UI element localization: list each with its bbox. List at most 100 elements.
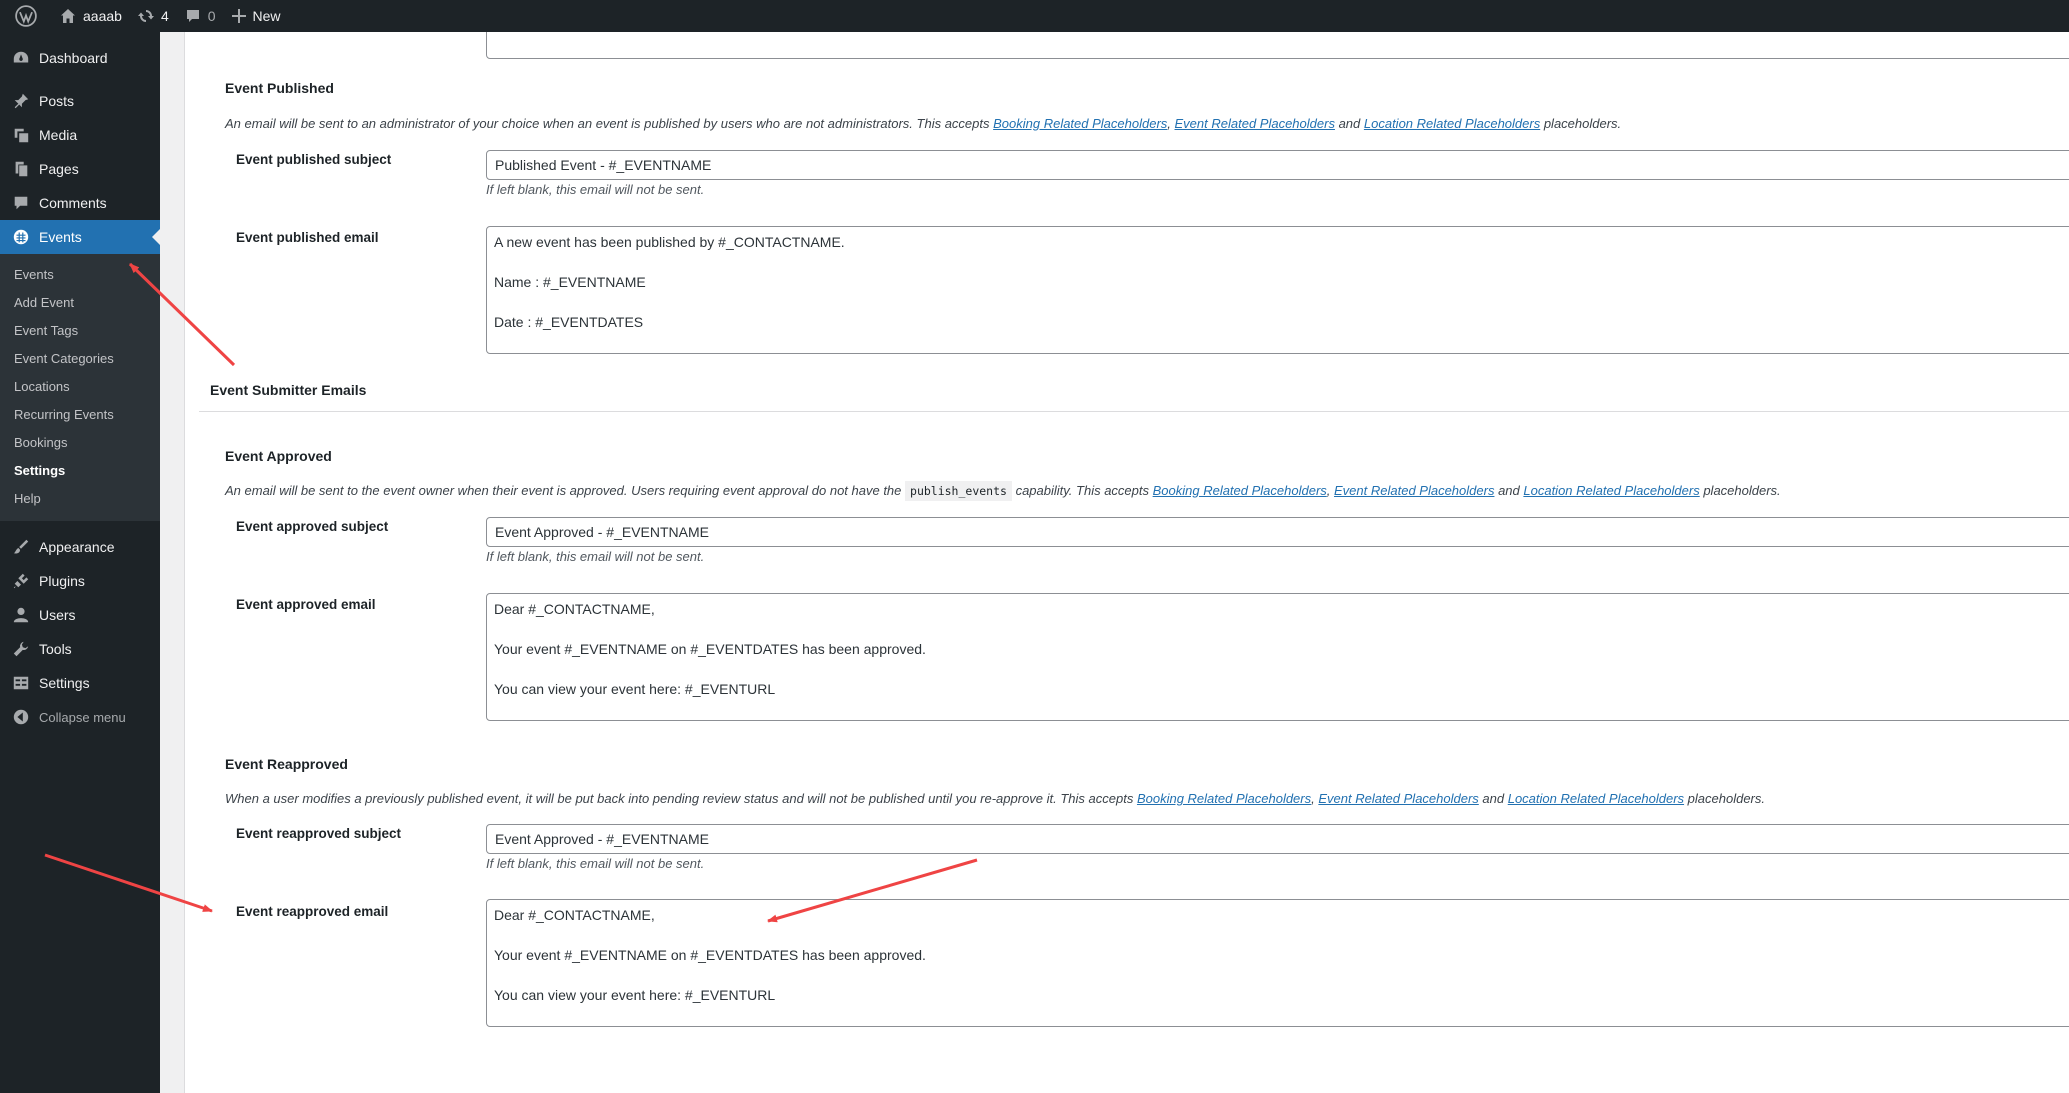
group-divider	[199, 411, 2069, 412]
brush-icon	[11, 537, 31, 557]
submenu-add-event[interactable]: Add Event	[0, 289, 160, 317]
menu-label: Settings	[39, 675, 90, 691]
desc-text: ,	[1326, 483, 1335, 498]
admin-bar: aaaab 4 0 New	[0, 0, 2069, 32]
pages-icon	[11, 159, 31, 179]
submenu-locations[interactable]: Locations	[0, 373, 160, 401]
menu-label: Pages	[39, 161, 79, 177]
event-published-subject-label: Event published subject	[236, 152, 392, 167]
booking-placeholders-link[interactable]: Booking Related Placeholders	[993, 116, 1167, 131]
pin-icon	[11, 91, 31, 111]
menu-label: Dashboard	[39, 50, 108, 66]
user-icon	[11, 605, 31, 625]
event-reapproved-description: When a user modifies a previously publis…	[225, 791, 1765, 806]
section-title-event-published: Event Published	[225, 80, 334, 96]
collapse-menu-button[interactable]: Collapse menu	[0, 700, 160, 734]
desc-text: An email will be sent to an administrato…	[225, 116, 994, 131]
desc-text: and	[1334, 116, 1364, 131]
menu-pages[interactable]: Pages	[0, 152, 160, 186]
event-reapproved-email-label: Event reapproved email	[236, 904, 389, 919]
event-placeholders-link[interactable]: Event Related Placeholders	[1318, 791, 1478, 806]
menu-label: Media	[39, 127, 78, 143]
comment-icon	[11, 193, 31, 213]
event-approved-subject-input[interactable]	[486, 517, 2069, 547]
menu-label: Tools	[39, 641, 72, 657]
event-published-email-label: Event published email	[236, 230, 379, 245]
site-name-link[interactable]: aaaab	[52, 0, 130, 32]
event-approved-email-textarea[interactable]: Dear #_CONTACTNAME, Your event #_EVENTNA…	[486, 593, 2069, 721]
menu-label: Posts	[39, 93, 75, 109]
event-approved-subject-hint: If left blank, this email will not be se…	[486, 549, 705, 564]
menu-label: Comments	[39, 195, 107, 211]
menu-settings[interactable]: Settings	[0, 666, 160, 700]
menu-tools[interactable]: Tools	[0, 632, 160, 666]
menu-appearance[interactable]: Appearance	[0, 530, 160, 564]
settings-panel: Event Published An email will be sent to…	[184, 32, 2069, 1093]
submenu-event-tags[interactable]: Event Tags	[0, 317, 160, 345]
submenu-help[interactable]: Help	[0, 485, 160, 513]
submenu-bookings[interactable]: Bookings	[0, 429, 160, 457]
event-reapproved-email-textarea[interactable]: Dear #_CONTACTNAME, Your event #_EVENTNA…	[486, 899, 2069, 1027]
desc-text: When a user modifies a previously publis…	[225, 791, 1137, 806]
event-published-description: An email will be sent to an administrato…	[225, 116, 1621, 131]
menu-comments[interactable]: Comments	[0, 186, 160, 220]
submenu-recurring-events[interactable]: Recurring Events	[0, 401, 160, 429]
event-submitter-emails-heading: Event Submitter Emails	[210, 382, 367, 398]
event-reapproved-subject-label: Event reapproved subject	[236, 826, 402, 841]
submenu-settings[interactable]: Settings	[0, 457, 160, 485]
previous-email-textarea[interactable]	[486, 32, 2069, 59]
event-approved-description: An email will be sent to the event owner…	[225, 481, 1781, 501]
event-reapproved-subject-input[interactable]	[486, 824, 2069, 854]
desc-text: and	[1494, 483, 1524, 498]
admin-sidebar: Dashboard Posts Media Pages Comments Eve…	[0, 32, 160, 1093]
dashboard-icon	[11, 48, 31, 68]
updates-link[interactable]: 4	[130, 0, 177, 32]
menu-dashboard[interactable]: Dashboard	[0, 41, 160, 75]
section-title-event-reapproved: Event Reapproved	[225, 756, 348, 772]
media-icon	[11, 125, 31, 145]
event-reapproved-subject-hint: If left blank, this email will not be se…	[486, 856, 705, 871]
booking-placeholders-link[interactable]: Booking Related Placeholders	[1137, 791, 1311, 806]
plus-icon	[231, 9, 246, 23]
new-content-link[interactable]: New	[224, 0, 289, 32]
menu-label: Users	[39, 607, 76, 623]
collapse-icon	[11, 707, 31, 727]
section-title-event-approved: Event Approved	[225, 448, 332, 464]
wrench-icon	[11, 639, 31, 659]
menu-posts[interactable]: Posts	[0, 84, 160, 118]
event-published-email-textarea[interactable]: A new event has been published by #_CONT…	[486, 226, 2069, 354]
comments-count: 0	[207, 8, 216, 24]
desc-text: capability. This accepts	[1011, 483, 1153, 498]
site-name: aaaab	[83, 8, 122, 24]
plugin-icon	[11, 571, 31, 591]
event-placeholders-link[interactable]: Event Related Placeholders	[1334, 483, 1494, 498]
event-published-subject-input[interactable]	[486, 150, 2069, 180]
event-approved-subject-label: Event approved subject	[236, 519, 389, 534]
settings-icon	[11, 673, 31, 693]
comments-link[interactable]: 0	[177, 0, 224, 32]
desc-text: ,	[1167, 116, 1175, 131]
comment-bubble-icon	[186, 10, 199, 22]
desc-text: placeholders.	[1699, 483, 1781, 498]
location-placeholders-link[interactable]: Location Related Placeholders	[1523, 483, 1699, 498]
event-approved-email-label: Event approved email	[236, 597, 376, 612]
menu-users[interactable]: Users	[0, 598, 160, 632]
desc-text: An email will be sent to the event owner…	[225, 483, 906, 498]
main-content: Event Published An email will be sent to…	[160, 32, 2069, 1093]
submenu-event-categories[interactable]: Event Categories	[0, 345, 160, 373]
submenu-events[interactable]: Events	[0, 261, 160, 289]
desc-text: placeholders.	[1684, 791, 1766, 806]
booking-placeholders-link[interactable]: Booking Related Placeholders	[1153, 483, 1327, 498]
menu-events[interactable]: Events	[0, 220, 160, 254]
menu-label: Collapse menu	[39, 709, 126, 725]
calendar-icon	[11, 227, 31, 247]
home-icon	[61, 9, 75, 23]
menu-plugins[interactable]: Plugins	[0, 564, 160, 598]
location-placeholders-link[interactable]: Location Related Placeholders	[1508, 791, 1684, 806]
menu-media[interactable]: Media	[0, 118, 160, 152]
wordpress-logo-icon[interactable]	[0, 0, 52, 32]
updates-count: 4	[160, 8, 169, 24]
menu-label: Appearance	[39, 539, 115, 555]
event-placeholders-link[interactable]: Event Related Placeholders	[1175, 116, 1335, 131]
location-placeholders-link[interactable]: Location Related Placeholders	[1364, 116, 1540, 131]
